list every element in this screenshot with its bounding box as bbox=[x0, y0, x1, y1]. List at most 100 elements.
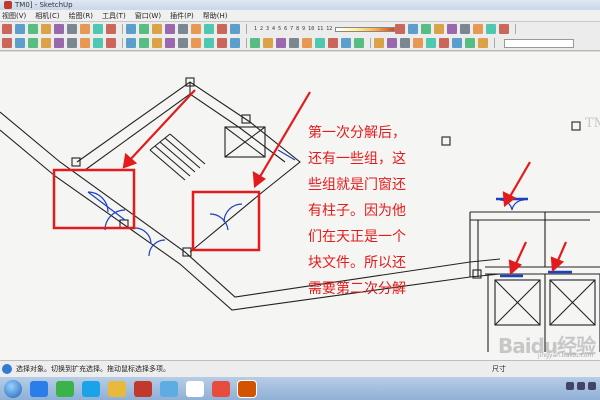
start-button[interactable] bbox=[4, 379, 22, 398]
walk-icon[interactable] bbox=[465, 38, 475, 48]
menu-plugins[interactable]: 插件(P) bbox=[170, 10, 194, 22]
arrow-line bbox=[257, 91, 311, 181]
powerpoint-icon[interactable] bbox=[237, 379, 257, 398]
left-view-icon[interactable] bbox=[217, 38, 227, 48]
new-icon[interactable] bbox=[2, 38, 12, 48]
eraser-tool[interactable] bbox=[15, 24, 25, 34]
rotate-tool[interactable] bbox=[152, 24, 162, 34]
shadow-gradient-bar[interactable] bbox=[335, 26, 396, 32]
sketchup-icon[interactable] bbox=[134, 380, 152, 397]
volume-icon[interactable] bbox=[577, 382, 585, 390]
sandbox-icon[interactable] bbox=[413, 38, 423, 48]
input-method-icon[interactable] bbox=[588, 382, 596, 390]
copy-icon[interactable] bbox=[54, 38, 64, 48]
cut-icon[interactable] bbox=[41, 38, 51, 48]
section-plane-icon[interactable] bbox=[315, 38, 325, 48]
polygon-tool[interactable] bbox=[93, 24, 103, 34]
component-icon[interactable] bbox=[354, 38, 364, 48]
hidden-line-icon[interactable] bbox=[263, 38, 273, 48]
circle-tool[interactable] bbox=[80, 24, 90, 34]
title-bar: TM0] - SketchUp bbox=[0, 0, 600, 10]
fireworks-icon[interactable] bbox=[212, 380, 230, 397]
status-text: 选择对象。切换到扩充选择。拖动鼠标选择多项。 bbox=[16, 365, 170, 373]
monochrome-icon[interactable] bbox=[302, 38, 312, 48]
wireframe-icon[interactable] bbox=[250, 38, 260, 48]
status-info-icon bbox=[2, 364, 12, 374]
menu-draw[interactable]: 绘图(R) bbox=[69, 10, 93, 22]
360-icon[interactable] bbox=[56, 380, 74, 397]
zoom-tool[interactable] bbox=[460, 24, 471, 34]
textured-icon[interactable] bbox=[289, 38, 299, 48]
menu-help[interactable]: 帮助(H) bbox=[203, 10, 228, 22]
model-info-icon[interactable] bbox=[139, 38, 149, 48]
shadow-settings-icon[interactable] bbox=[426, 38, 436, 48]
shaded-icon[interactable] bbox=[276, 38, 286, 48]
zoom-window-tool[interactable] bbox=[473, 24, 484, 34]
text-tool[interactable] bbox=[395, 24, 406, 34]
save-icon[interactable] bbox=[28, 38, 38, 48]
network-icon[interactable] bbox=[566, 382, 574, 390]
previous-view-tool[interactable] bbox=[499, 24, 510, 34]
door-swing bbox=[223, 203, 243, 223]
scale-tool[interactable] bbox=[178, 24, 188, 34]
dimension-tool[interactable] bbox=[217, 24, 227, 34]
right-view-icon[interactable] bbox=[191, 38, 201, 48]
xray-icon[interactable] bbox=[230, 38, 240, 48]
menu-view[interactable]: 视图(V) bbox=[2, 10, 26, 22]
erase-icon[interactable] bbox=[80, 38, 90, 48]
select-tool[interactable] bbox=[2, 24, 12, 34]
drawing-viewport[interactable]: 第一次分解后， 还有一些组，这 些组就是门窗还 有柱子。因为他 们在天正是一个 … bbox=[0, 52, 600, 360]
offset-tool[interactable] bbox=[191, 24, 201, 34]
back-view-icon[interactable] bbox=[204, 38, 214, 48]
folder-icon[interactable] bbox=[108, 380, 126, 397]
tape-tool[interactable] bbox=[204, 24, 214, 34]
undo-icon[interactable] bbox=[93, 38, 103, 48]
menu-tools[interactable]: 工具(T) bbox=[102, 10, 126, 22]
shadow-scale-numbers: 1 2 3 4 5 6 7 8 9 10 11 12 bbox=[254, 26, 333, 32]
toolbar-separator bbox=[246, 38, 247, 48]
outliner-icon[interactable] bbox=[400, 38, 410, 48]
pan-tool[interactable] bbox=[447, 24, 458, 34]
orbit-tool[interactable] bbox=[434, 24, 445, 34]
shadow-time-scale[interactable]: 1 2 3 4 5 6 7 8 9 10 11 12 bbox=[254, 26, 396, 32]
viewport-watermark: TM bbox=[585, 116, 600, 131]
qq-icon[interactable] bbox=[82, 380, 100, 397]
print-icon[interactable] bbox=[126, 38, 136, 48]
menu-camera[interactable]: 相机(C) bbox=[35, 10, 59, 22]
front-view-icon[interactable] bbox=[178, 38, 188, 48]
move-tool[interactable] bbox=[126, 24, 136, 34]
zoom-extents-tool[interactable] bbox=[486, 24, 497, 34]
measurements-label: 尺寸 bbox=[492, 365, 506, 373]
image-viewer-icon[interactable] bbox=[160, 380, 178, 397]
group-icon[interactable] bbox=[374, 38, 384, 48]
secondary-toolbar bbox=[0, 36, 600, 51]
redo-icon[interactable] bbox=[106, 38, 116, 48]
section-cut-icon[interactable] bbox=[341, 38, 351, 48]
rectangle-tool[interactable] bbox=[67, 24, 77, 34]
arrow-head bbox=[252, 170, 266, 189]
top-view-icon[interactable] bbox=[165, 38, 175, 48]
iso-view-icon[interactable] bbox=[152, 38, 162, 48]
3dtext-tool[interactable] bbox=[421, 24, 432, 34]
protractor-tool[interactable] bbox=[230, 24, 240, 34]
lookaround-icon[interactable] bbox=[478, 38, 488, 48]
toolbar-separator bbox=[246, 24, 247, 34]
open-icon[interactable] bbox=[15, 38, 25, 48]
menu-window[interactable]: 窗口(W) bbox=[135, 10, 161, 22]
paint-tool[interactable] bbox=[28, 24, 38, 34]
camera-icon[interactable] bbox=[452, 38, 462, 48]
arc-tool[interactable] bbox=[54, 24, 64, 34]
layer-icon[interactable] bbox=[387, 38, 397, 48]
freehand-tool[interactable] bbox=[106, 24, 116, 34]
followme-tool[interactable] bbox=[165, 24, 175, 34]
axes-tool[interactable] bbox=[408, 24, 419, 34]
pushpull-tool[interactable] bbox=[139, 24, 149, 34]
toolbar-input-field[interactable] bbox=[504, 38, 574, 48]
line-tool[interactable] bbox=[41, 24, 51, 34]
section-display-icon[interactable] bbox=[328, 38, 338, 48]
paste-icon[interactable] bbox=[67, 38, 77, 48]
system-tray bbox=[563, 382, 596, 390]
app-icon[interactable] bbox=[186, 380, 204, 397]
fog-icon[interactable] bbox=[439, 38, 449, 48]
ie-icon[interactable] bbox=[30, 380, 48, 397]
